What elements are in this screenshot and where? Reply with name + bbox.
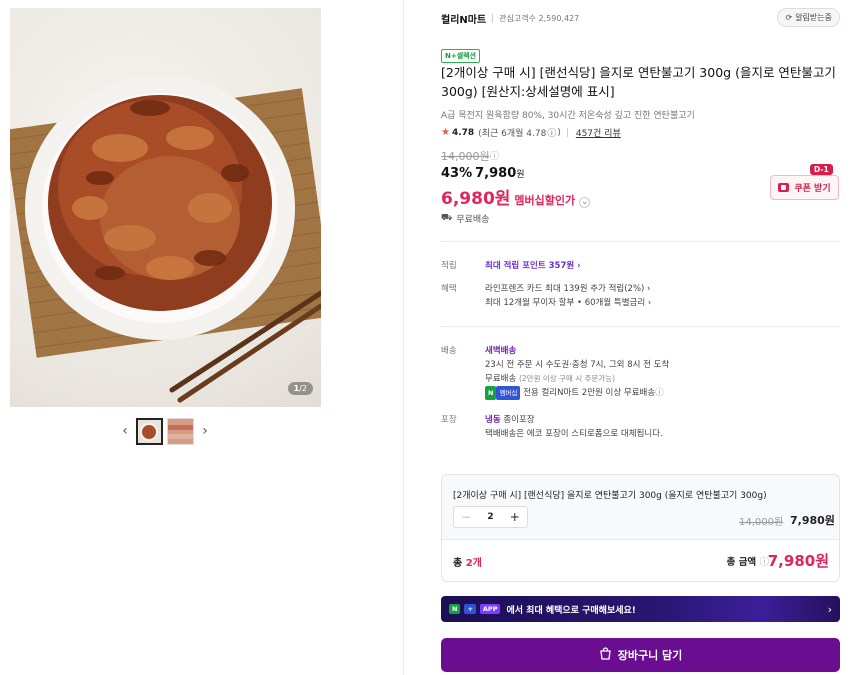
product-subtitle: A급 목전지 원육함량 80%, 30시간 저온숙성 깊고 진한 연탄불고기: [441, 111, 695, 121]
option-panel: [2개이상 구매 시] [랜선식당] 을지로 연탄불고기 300g (을지로 연…: [442, 475, 839, 539]
points-row: 적립 최대 적립 포인트 357원 ›: [441, 259, 581, 273]
chevron-down-icon[interactable]: ⌄: [579, 196, 591, 208]
shipping-row: ⛟ 무료배송: [441, 212, 489, 225]
divider: [566, 128, 568, 137]
benefit-row: 혜택 라인프렌즈 카드 최대 139원 추가 적립(2%) › 최대 12개월 …: [441, 282, 652, 310]
truck-icon: ⛟: [441, 213, 453, 223]
divider: [441, 326, 840, 327]
review-link[interactable]: 457건 리뷰: [576, 126, 621, 139]
divider: [442, 539, 839, 540]
delivery-type: 새벽배송: [485, 346, 517, 356]
delivery-fee: 무료배송 (2만원 이상 구매 시 주문가능): [485, 374, 616, 384]
rating-value: 4.78: [451, 127, 475, 138]
rating-row: ★ 4.78 (최근 6개월 4.78 ⓘ) 457건 리뷰: [441, 126, 621, 139]
dday-badge: D-1: [810, 164, 833, 175]
chevron-right-icon: ›: [827, 602, 832, 616]
packing-type: 냉동 종이포장: [485, 415, 535, 425]
seller-name[interactable]: 컬리N마트: [441, 11, 486, 26]
packing-note: 택배배송은 에코 포장이 스티로폼으로 대체됩니다.: [485, 429, 663, 439]
sale-price: 7,980원: [475, 166, 525, 181]
app-banner-text: 에서 최대 혜택으로 구매해보세요!: [506, 605, 636, 616]
column-divider: [403, 0, 404, 675]
option-sale-price: 7,980원: [790, 514, 835, 527]
n-select-badge: N+셀렉션: [441, 49, 481, 63]
packing-row: 포장 냉동 종이포장 택배배송은 에코 포장이 스티로폼으로 대체됩니다.: [441, 415, 663, 439]
delivery-time: 23시 전 주문 시 수도권·충청 7시, 그외 8시 전 도착: [485, 360, 670, 370]
delivery-member-row: N 멤버십 전용 컬리N마트 2만원 이상 무료배송ⓘ: [485, 386, 669, 400]
star-icon: ★: [441, 127, 450, 138]
option-name: [2개이상 구매 시] [랜선식당] 을지로 연탄불고기 300g (을지로 연…: [453, 491, 767, 501]
purchase-box: [2개이상 구매 시] [랜선식당] 을지로 연탄불고기 300g (을지로 연…: [441, 474, 840, 582]
shipping-label: 무료배송: [456, 215, 490, 225]
app-banner[interactable]: N + APP 에서 최대 혜택으로 구매해보세요! ›: [441, 596, 840, 622]
badge-row: N+셀렉션: [441, 43, 481, 63]
thumbnail-strip: ‹ ›: [118, 417, 212, 445]
product-title: [2개이상 구매 시] [랜선식당] 을지로 연탄불고기 300g (을지로 연…: [441, 65, 836, 99]
refresh-icon: ⟳: [785, 13, 793, 22]
fan-count: 관심고객수 2,590,427: [499, 13, 580, 23]
divider: [492, 13, 494, 23]
product-page: 1/2 ‹ › 컬리N마트 관심고객수 2,590,427 ⟳ 알림받는중 N+…: [0, 0, 850, 675]
member-badge: 멤버십: [496, 386, 521, 400]
shopping-bag-icon: [599, 647, 612, 663]
thumbnail-1[interactable]: [136, 417, 163, 445]
info-icon[interactable]: ⓘ: [490, 149, 499, 162]
member-price-row[interactable]: 6,980원 멤버십할인가 ⌄: [441, 184, 591, 209]
plus-button[interactable]: +: [503, 510, 527, 524]
discount-rate: 43%: [441, 166, 473, 181]
info-icon[interactable]: ⓘ: [547, 126, 556, 139]
benefit-installment[interactable]: 최대 12개월 무이자 할부 • 60개월 특별금리 ›: [485, 296, 651, 310]
quantity-value[interactable]: 2: [478, 512, 502, 522]
total-label: 총 금액 ⓘ: [726, 557, 769, 568]
n-badge: N: [449, 604, 461, 614]
minus-button[interactable]: −: [454, 510, 478, 524]
member-price-label: 멤버십할인가: [514, 194, 576, 207]
product-photo[interactable]: 1/2: [10, 8, 321, 407]
quantity-stepper: − 2 +: [453, 506, 528, 528]
points-link[interactable]: 최대 적립 포인트 357원 ›: [485, 259, 581, 273]
gallery: 1/2 ‹ ›: [0, 0, 403, 675]
benefit-card[interactable]: 라인프렌즈 카드 최대 139원 추가 적립(2%) ›: [485, 282, 651, 296]
rating-recent: (최근 6개월 4.78: [478, 129, 547, 139]
coupon-icon: [778, 183, 790, 192]
total-count: 총 2개: [453, 558, 482, 569]
notify-button[interactable]: ⟳ 알림받는중: [777, 8, 840, 27]
n-badge: N: [485, 386, 497, 400]
chevron-right-icon[interactable]: ›: [198, 423, 212, 439]
seller-row: 컬리N마트 관심고객수 2,590,427 ⟳ 알림받는중: [441, 8, 840, 28]
chevron-left-icon[interactable]: ‹: [118, 423, 132, 439]
total-price: 7,980원: [767, 552, 829, 570]
info-icon[interactable]: ⓘ: [655, 388, 664, 398]
member-price: 6,980원: [441, 189, 511, 209]
thumbnail-2[interactable]: [167, 417, 194, 445]
plus-badge: +: [464, 604, 476, 614]
divider: [441, 241, 840, 242]
delivery-row: 배송 새벽배송 23시 전 주문 시 수도권·충청 7시, 그외 8시 전 도착…: [441, 346, 670, 400]
original-price: 14,000원: [441, 150, 490, 163]
add-to-cart-button[interactable]: 장바구니 담기: [441, 638, 840, 672]
app-badge: APP: [479, 604, 501, 614]
coupon-button[interactable]: 쿠폰 받기: [770, 175, 839, 200]
sale-row: 43% 7,980원: [441, 166, 525, 181]
image-pager: 1/2: [287, 382, 313, 395]
option-original-price: 14,000원: [739, 517, 784, 528]
